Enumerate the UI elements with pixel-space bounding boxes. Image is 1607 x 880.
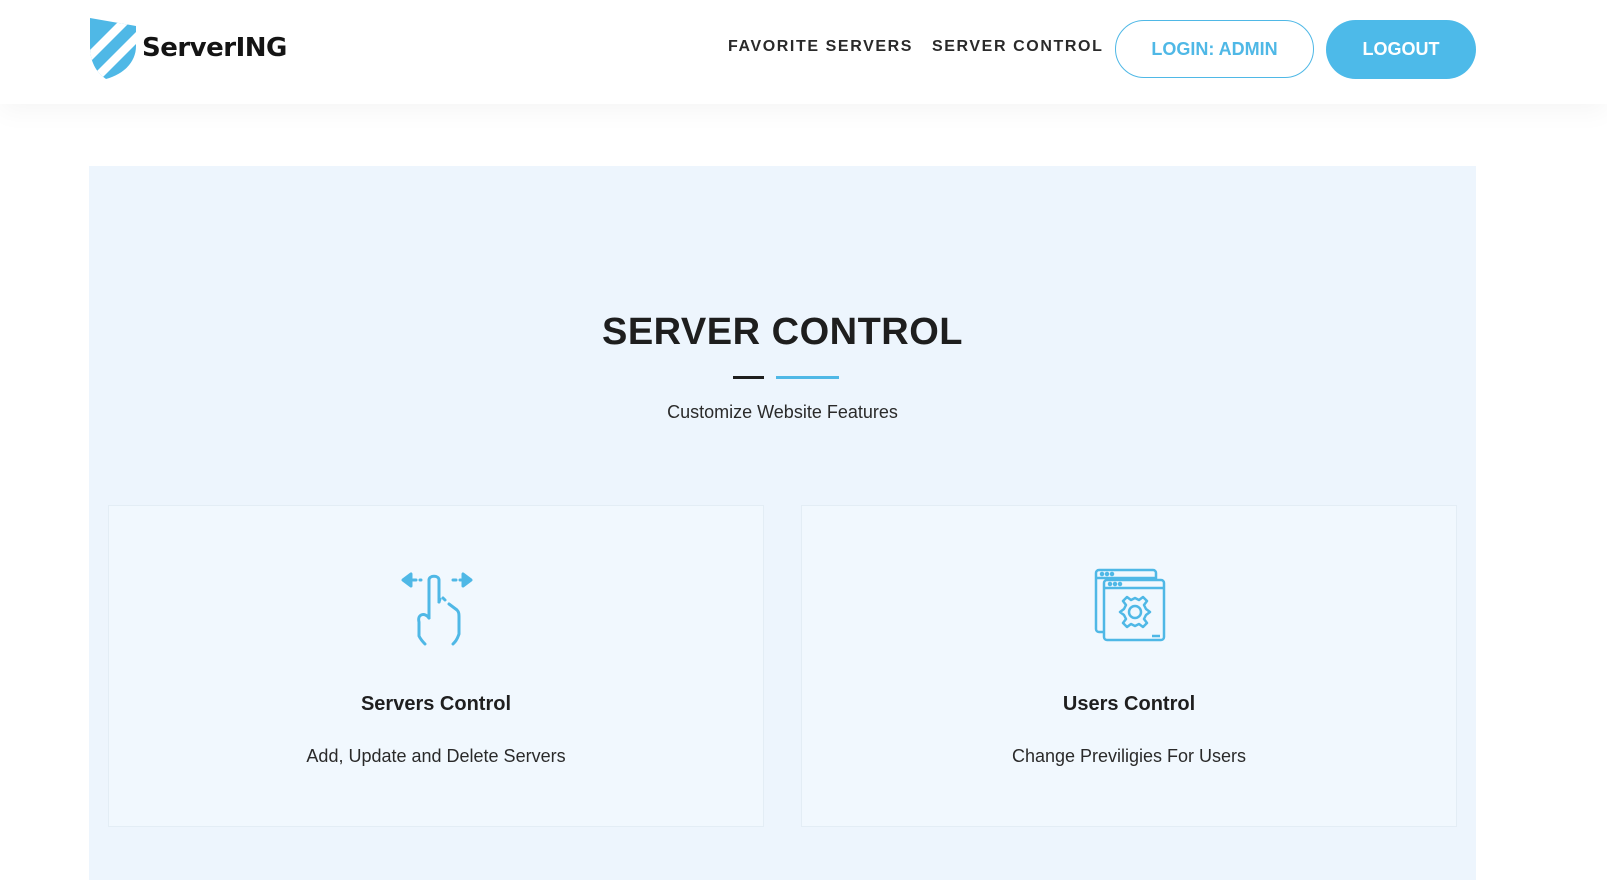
login-admin-button[interactable]: LOGIN: ADMIN: [1115, 20, 1314, 78]
servers-control-description: Add, Update and Delete Servers: [306, 746, 566, 766]
logo[interactable]: ServerING: [88, 16, 288, 80]
logout-button[interactable]: LOGOUT: [1326, 20, 1476, 79]
nav-server-control[interactable]: SERVER CONTROL: [932, 38, 1103, 60]
users-control-description: Change Previligies For Users: [1011, 746, 1247, 766]
swipe-gesture-icon: [401, 572, 473, 646]
servers-control-card[interactable]: Servers Control Add, Update and Delete S…: [108, 505, 764, 827]
browser-settings-icon: [1094, 568, 1166, 642]
title-divider-accent: [776, 376, 839, 379]
servers-control-title: Servers Control: [360, 693, 512, 715]
site-header: ServerING FAVORITE SERVERS SERVER CONTRO…: [0, 0, 1607, 104]
server-control-section: SERVER CONTROL Customize Website Feature…: [89, 166, 1476, 880]
section-title: SERVER CONTROL: [601, 311, 963, 353]
brand-name: ServerING: [142, 33, 287, 63]
title-divider-dark: [733, 376, 764, 379]
users-control-card[interactable]: Users Control Change Previligies For Use…: [801, 505, 1457, 827]
shield-logo-icon: [90, 18, 136, 79]
section-subtitle: Customize Website Features: [667, 402, 898, 422]
users-control-title: Users Control: [1062, 693, 1196, 715]
nav-favorite-servers[interactable]: FAVORITE SERVERS: [728, 38, 913, 60]
